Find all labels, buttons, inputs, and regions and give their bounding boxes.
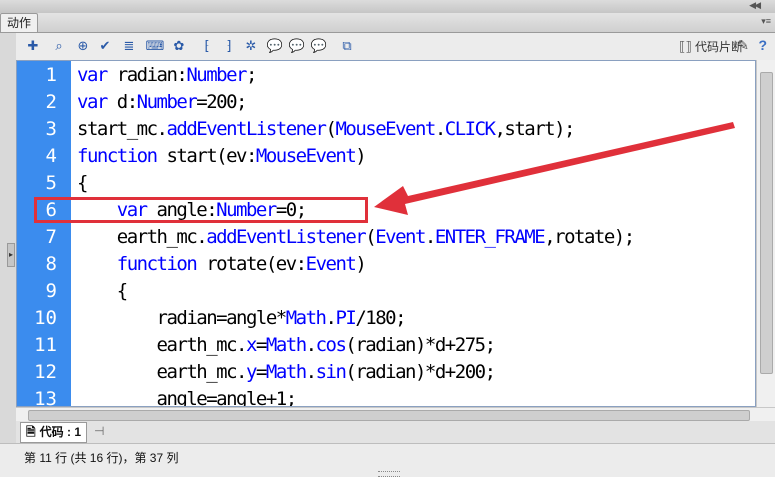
add-statement-icon[interactable]: ✚ xyxy=(24,37,42,55)
left-panel-strip xyxy=(0,33,16,443)
collapse-between-braces-icon[interactable]: ⁅ xyxy=(198,37,216,55)
help-icon[interactable]: ? xyxy=(758,37,767,53)
code-hint-icon[interactable]: ⌨ xyxy=(146,37,165,55)
show-hide-toolbox-icon[interactable]: ⧉ xyxy=(338,37,356,55)
target-path-icon[interactable]: ⊕ xyxy=(74,37,92,55)
check-syntax-icon[interactable]: ✔ xyxy=(96,37,114,55)
cursor-position-text: 第 11 行 (共 16 行)，第 37 列 xyxy=(24,451,179,465)
code-text: start_mc.addEventListener(MouseEvent.CLI… xyxy=(77,118,576,140)
apply-line-comment-icon[interactable]: 💬 xyxy=(288,37,306,55)
status-bar: 第 11 行 (共 16 行)，第 37 列 xyxy=(0,443,775,477)
script-tab[interactable]: 🗎 代码 : 1 xyxy=(20,422,87,443)
panel-title-bar xyxy=(0,0,775,14)
code-snippets-label: 代码片断 xyxy=(694,40,743,54)
code-line[interactable]: 12 earth_mc.y=Math.sin(radian)*d+200; xyxy=(17,359,755,386)
code-line[interactable]: 10 radian=angle*Math.PI/180; xyxy=(17,305,755,332)
debug-options-icon[interactable]: ✿ xyxy=(170,37,188,55)
panel-tab-actions[interactable]: 动作 xyxy=(0,13,38,32)
code-editor[interactable]: 1 var radian:Number; 2 var d:Number=200; 3 st… xyxy=(16,60,756,407)
panel-menu-icon[interactable]: ▾≡ xyxy=(761,16,771,27)
find-icon[interactable]: ⌕ xyxy=(50,37,68,55)
code-text: earth_mc.addEventListener(Event.ENTER_FR… xyxy=(77,226,635,248)
resize-grip[interactable] xyxy=(378,471,400,477)
line-number: 9 xyxy=(45,280,57,302)
apply-block-comment-icon[interactable]: 💬 xyxy=(266,37,284,55)
code-text: radian=angle*Math.PI/180; xyxy=(77,307,407,329)
code-line[interactable]: 5{ xyxy=(17,170,755,197)
code-line[interactable]: 13 angle=angle+1; xyxy=(17,386,755,407)
code-snippets-icon: ⟦⟧ xyxy=(679,38,692,54)
double-chevron-right-icon[interactable]: ◀◀ xyxy=(749,0,761,11)
line-number: 3 xyxy=(45,118,57,140)
highlight-box-line-6 xyxy=(34,197,368,223)
line-number: 1 xyxy=(45,64,57,86)
code-text: function rotate(ev:Event) xyxy=(116,253,367,275)
line-number: 11 xyxy=(34,334,57,356)
horizontal-scroll-thumb[interactable] xyxy=(28,410,750,421)
code-text: { xyxy=(77,172,88,194)
code-text: angle=angle+1; xyxy=(77,388,298,407)
auto-format-icon[interactable]: ≣ xyxy=(120,37,138,55)
pin-script-icon[interactable]: ⊣ xyxy=(94,424,104,438)
line-number: 7 xyxy=(45,226,57,248)
code-line[interactable]: 3 start_mc.addEventListener(MouseEvent.CL… xyxy=(17,116,755,143)
expand-toolbox-arrow[interactable]: ▸ xyxy=(7,243,15,267)
script-tab-label: 代码 : 1 xyxy=(39,425,81,439)
line-number: 5 xyxy=(45,172,57,194)
code-line[interactable]: 8 function rotate(ev:Event) xyxy=(17,251,755,278)
code-line[interactable]: 11 earth_mc.x=Math.cos(radian)*d+275; xyxy=(17,332,755,359)
code-line[interactable]: 2 var d:Number=200; xyxy=(17,89,755,116)
code-line[interactable]: 1 var radian:Number; xyxy=(17,62,755,89)
code-snippets-button[interactable]: ⟦⟧ 代码片断 xyxy=(679,38,743,55)
wand-icon[interactable]: ✎ xyxy=(737,37,749,54)
horizontal-scrollbar[interactable] xyxy=(16,407,775,422)
code-line[interactable]: 4 function start(ev:MouseEvent) xyxy=(17,143,755,170)
script-file-icon: 🗎 xyxy=(26,425,36,439)
script-tab-strip: 🗎 代码 : 1 ⊣ xyxy=(16,421,775,443)
line-number: 13 xyxy=(34,388,57,407)
code-text: earth_mc.x=Math.cos(radian)*d+275; xyxy=(77,334,497,356)
line-number: 2 xyxy=(45,91,57,113)
collapse-selection-icon[interactable]: ⁆ xyxy=(220,37,238,55)
code-line[interactable]: 7 earth_mc.addEventListener(Event.ENTER_… xyxy=(17,224,755,251)
vertical-scroll-thumb[interactable] xyxy=(760,72,773,374)
expand-all-icon[interactable]: ✲ xyxy=(242,37,260,55)
line-number: 4 xyxy=(45,145,57,167)
code-text: var d:Number=200; xyxy=(77,91,248,113)
code-text: function start(ev:MouseEvent) xyxy=(77,145,367,167)
line-number: 12 xyxy=(34,361,57,383)
code-text: earth_mc.y=Math.sin(radian)*d+200; xyxy=(77,361,497,383)
line-number: 8 xyxy=(45,253,57,275)
code-line[interactable]: 9 { xyxy=(17,278,755,305)
actions-toolbar: ⟦⟧ 代码片断 ✎ ? ✚ ⌕ ⊕ ✔ ≣ ⌨ ✿ ⁅ ⁆ ✲ 💬 💬 💬 ⧉ xyxy=(16,33,775,60)
code-text: var radian:Number; xyxy=(77,64,257,86)
code-text: { xyxy=(77,280,128,302)
remove-comment-icon[interactable]: 💬 xyxy=(310,37,328,55)
panel-tab-bar xyxy=(0,13,775,33)
line-number: 10 xyxy=(34,307,57,329)
vertical-scrollbar[interactable] xyxy=(756,60,775,407)
